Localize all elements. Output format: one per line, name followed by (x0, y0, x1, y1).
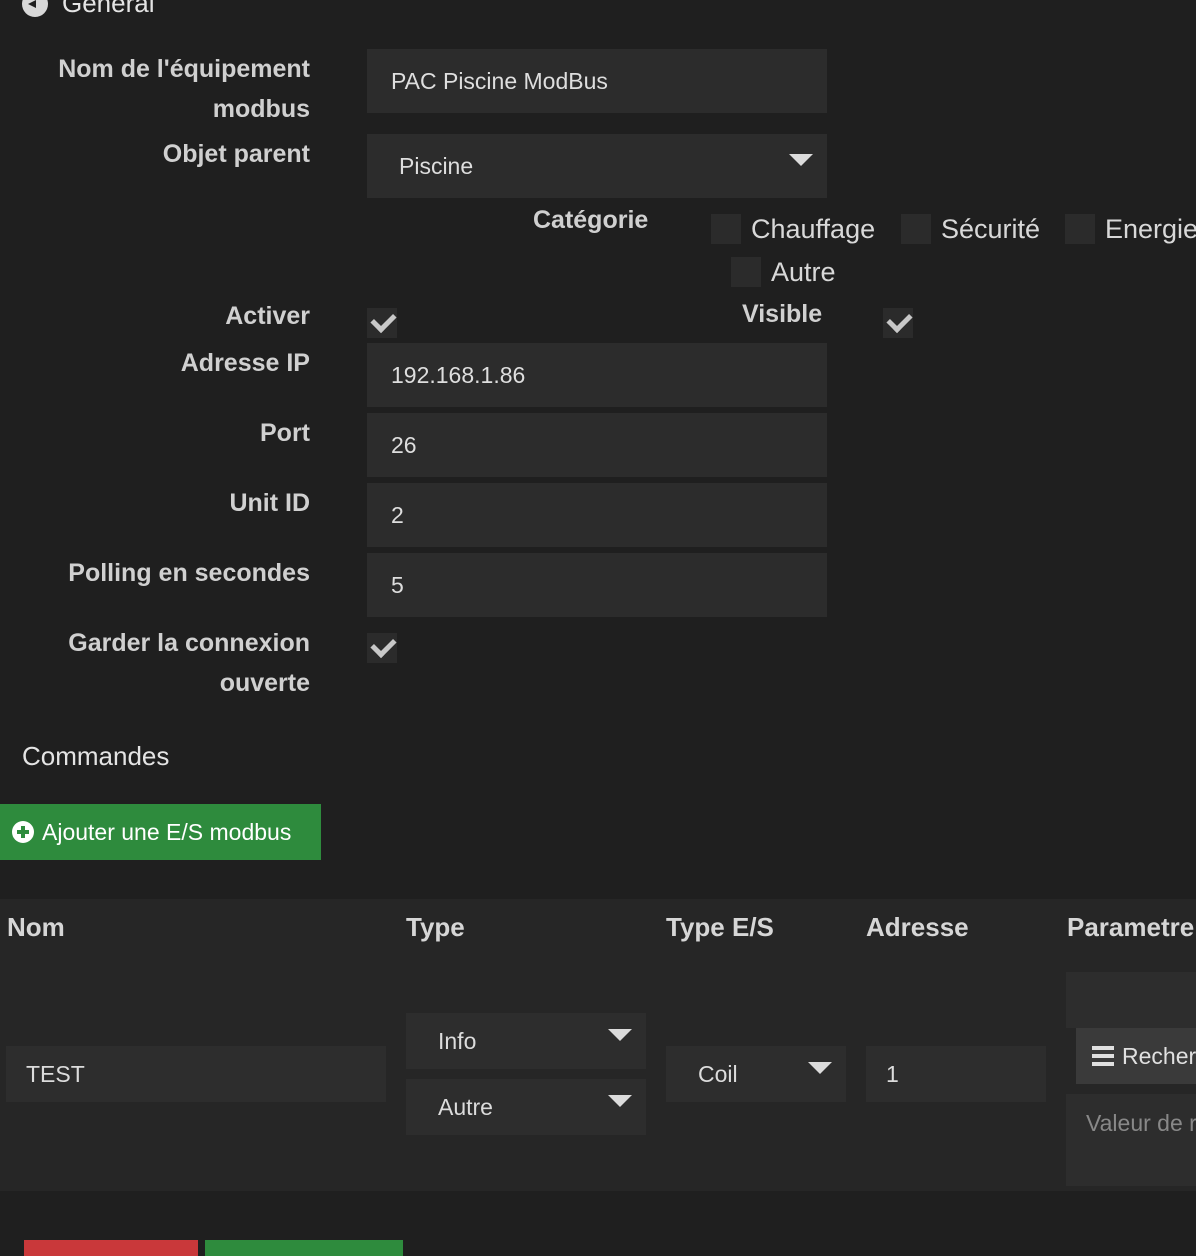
column-header-type: Type (406, 912, 465, 942)
command-io-type-select[interactable]: Coil (666, 1046, 846, 1102)
check-icon (886, 306, 913, 334)
unit-id-input[interactable]: 2 (367, 483, 827, 547)
port-input[interactable]: 26 (367, 413, 827, 477)
keep-connection-checkbox[interactable] (367, 631, 397, 663)
chevron-down-icon (808, 1062, 832, 1074)
activate-label: Activer (225, 302, 310, 330)
command-type-value: Info (438, 1028, 477, 1054)
command-address-input[interactable]: 1 (866, 1046, 1046, 1102)
add-modbus-io-button[interactable]: Ajouter une E/S modbus (0, 804, 321, 860)
check-icon (370, 306, 397, 334)
category-checkbox-energie[interactable] (1065, 214, 1095, 244)
chevron-down-icon (608, 1095, 632, 1107)
visible-checkbox[interactable] (883, 306, 913, 338)
category-checkbox-securite[interactable] (901, 214, 931, 244)
command-subtype-value: Autre (438, 1094, 493, 1120)
arrow-circle-left-icon (22, 0, 48, 17)
general-title: Général (62, 0, 155, 18)
add-modbus-io-label: Ajouter une E/S modbus (42, 818, 292, 845)
command-name-input[interactable]: TEST (6, 1046, 386, 1102)
port-label: Port (260, 419, 310, 447)
polling-input[interactable]: 5 (367, 553, 827, 617)
unit-id-label: Unit ID (229, 489, 310, 517)
delete-button[interactable] (24, 1240, 198, 1256)
visible-label: Visible (742, 300, 823, 328)
check-icon (370, 631, 397, 659)
list-icon (1092, 1046, 1114, 1066)
parameter-input-top[interactable] (1066, 972, 1196, 1028)
category-label: Catégorie (533, 206, 649, 234)
command-subtype-select[interactable]: Autre (406, 1079, 646, 1135)
category-label-autre: Autre (771, 257, 836, 287)
column-header-adresse: Adresse (866, 912, 969, 942)
column-header-nom: Nom (7, 912, 65, 942)
parent-select-value: Piscine (399, 153, 474, 179)
category-label-securite: Sécurité (941, 214, 1041, 244)
name-input[interactable]: PAC Piscine ModBus (367, 49, 827, 113)
table-header-bg (0, 899, 1196, 963)
chevron-down-icon (789, 154, 813, 166)
keep-connection-label: Garder la connexion ouverte (68, 629, 310, 697)
activate-checkbox[interactable] (367, 306, 397, 338)
general-header[interactable]: Général (22, 0, 155, 19)
command-io-type-value: Coil (698, 1061, 738, 1087)
parent-select[interactable]: Piscine (367, 134, 827, 198)
value-placeholder: Valeur de r (1086, 1110, 1196, 1136)
value-textarea[interactable]: Valeur de r (1066, 1094, 1196, 1186)
polling-label: Polling en secondes (68, 559, 310, 587)
category-label-chauffage: Chauffage (751, 214, 876, 244)
command-type-select[interactable]: Info (406, 1013, 646, 1069)
commands-title: Commandes (22, 741, 170, 771)
category-label-energie: Energie (1105, 214, 1196, 244)
name-label: Nom de l'équipement modbus (58, 55, 310, 123)
ip-label: Adresse IP (180, 349, 310, 377)
search-button-label: Recher (1122, 1042, 1196, 1069)
category-checkbox-chauffage[interactable] (711, 214, 741, 244)
plus-circle-icon (12, 821, 34, 843)
column-header-type-es: Type E/S (666, 912, 774, 942)
search-button[interactable]: Recher (1076, 1028, 1196, 1084)
save-button[interactable] (205, 1240, 403, 1256)
ip-input[interactable]: 192.168.1.86 (367, 343, 827, 407)
parent-label: Objet parent (162, 140, 310, 168)
column-header-parametre: Parametre (1067, 912, 1195, 942)
chevron-down-icon (608, 1029, 632, 1041)
category-checkbox-autre[interactable] (731, 257, 761, 287)
